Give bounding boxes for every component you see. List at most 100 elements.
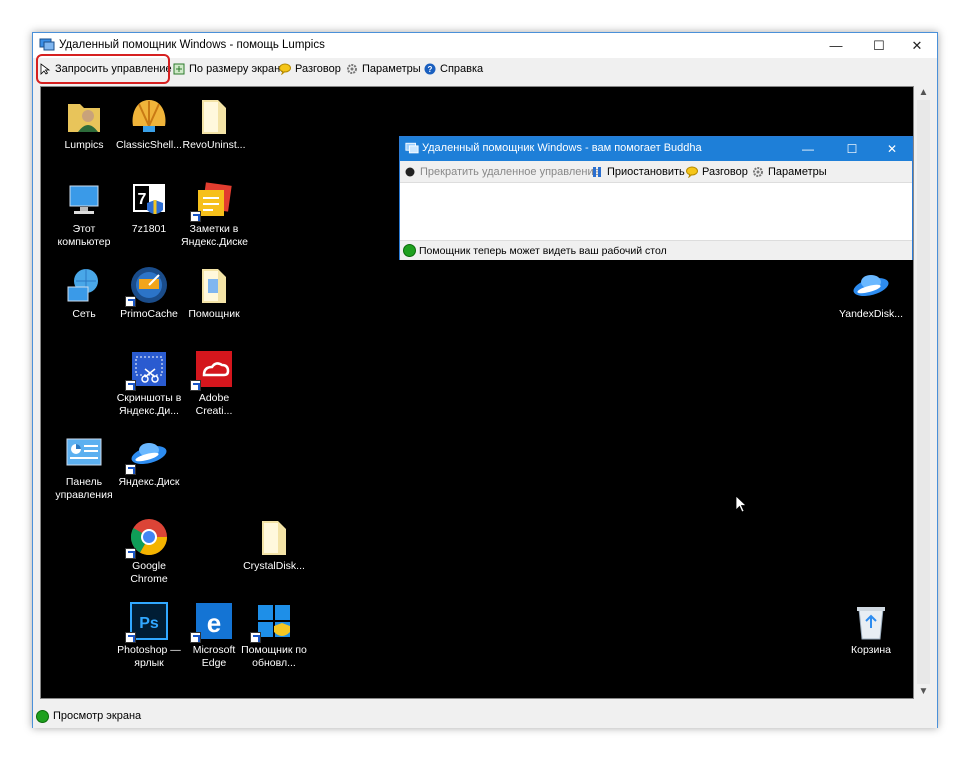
- desktop-icon-label: Сеть: [72, 308, 96, 320]
- 7zip-icon: 7: [133, 184, 165, 214]
- network-icon: [67, 269, 98, 302]
- folder-icon: [262, 521, 286, 555]
- svg-text:7: 7: [138, 191, 147, 208]
- inner-close-button[interactable]: ✕: [872, 137, 912, 161]
- shortcut-arrow-icon: [125, 632, 136, 643]
- inner-chat-label: Разговор: [702, 166, 748, 178]
- desktop-icon-classicshell[interactable]: ClassicShell...: [116, 96, 182, 152]
- user-folder-icon: [68, 104, 100, 132]
- desktop-icon-yandex-disk[interactable]: Яндекс.Диск: [116, 433, 182, 489]
- recycle-bin-icon: [857, 607, 885, 640]
- scroll-down-icon[interactable]: ▼: [915, 685, 932, 699]
- fit-screen-button[interactable]: По размеру экрана: [173, 61, 286, 77]
- chat-bubble-icon: [279, 63, 291, 75]
- shortcut-arrow-icon: [125, 380, 136, 391]
- desktop-icon-google-chrome[interactable]: Google Chrome: [116, 517, 182, 586]
- minimize-button[interactable]: —: [816, 33, 856, 58]
- scroll-up-icon[interactable]: ▲: [915, 86, 932, 100]
- svg-text:e: e: [207, 608, 221, 638]
- inner-status-text: Помощник теперь может видеть ваш рабочий…: [419, 245, 667, 257]
- desktop-icon-microsoft-edge[interactable]: e Microsoft Edge: [181, 601, 247, 670]
- shortcut-arrow-icon: [125, 548, 136, 559]
- desktop-icon-lumpics[interactable]: Lumpics: [51, 96, 117, 152]
- inner-settings-button[interactable]: Параметры: [752, 164, 827, 180]
- computer-icon: [69, 185, 99, 214]
- inner-settings-label: Параметры: [768, 166, 827, 178]
- desktop-icon-label: Яндекс.Диск: [118, 476, 180, 488]
- vertical-scrollbar[interactable]: ▲ ▼: [915, 86, 932, 699]
- svg-text:?: ?: [428, 65, 433, 74]
- desktop-icon-label: RevoUninst...: [182, 139, 246, 151]
- desktop-icon-label: PrimoCache: [120, 308, 178, 320]
- inner-minimize-button[interactable]: —: [788, 137, 828, 161]
- yandex-disk-icon: [853, 275, 889, 297]
- desktop-icon-revouninst[interactable]: RevoUninst...: [181, 96, 247, 152]
- desktop-icon-yandex-notes[interactable]: Заметки в Яндекс.Диске: [181, 180, 249, 249]
- desktop-icon-label: Этот компьютер: [57, 223, 111, 248]
- desktop-icon-label: Скриншоты в Яндекс.Ди...: [116, 392, 182, 417]
- fit-screen-label: По размеру экрана: [189, 63, 287, 75]
- scroll-track[interactable]: [917, 100, 930, 684]
- remote-desktop-view[interactable]: Lumpics ClassicShell... RevoUninst... Эт…: [40, 86, 914, 699]
- desktop-icon-label: Lumpics: [64, 139, 104, 151]
- desktop-icon-this-pc[interactable]: Этот компьютер: [51, 180, 117, 249]
- settings-button[interactable]: Параметры: [346, 61, 421, 77]
- folder-icon: [202, 269, 226, 303]
- maximize-button[interactable]: ☐: [859, 33, 899, 58]
- desktop-icon-label: Помощник по обновл...: [241, 644, 307, 669]
- desktop-icon-screenshots[interactable]: Скриншоты в Яндекс.Ди...: [116, 349, 182, 418]
- desktop-icon-label: CrystalDisk...: [243, 560, 305, 572]
- gear-icon: [347, 64, 357, 74]
- close-button[interactable]: ✕: [897, 33, 937, 58]
- status-green-icon: [36, 710, 49, 723]
- shortcut-arrow-icon: [250, 632, 261, 643]
- desktop-icon-yandexdisk-right[interactable]: YandexDisk...: [838, 265, 904, 321]
- desktop-icon-label: Photoshop — ярлык: [117, 644, 181, 669]
- inner-status-bar: Помощник теперь может видеть ваш рабочий…: [400, 240, 912, 260]
- help-button[interactable]: ? Справка: [424, 61, 483, 77]
- title-bar[interactable]: Удаленный помощник Windows - помощь Lump…: [33, 33, 937, 58]
- request-control-highlight: [36, 54, 170, 84]
- pause-label: Приостановить: [607, 166, 685, 178]
- desktop-icon-adobe-creative[interactable]: Adobe Creati...: [181, 349, 247, 418]
- inner-chat-button[interactable]: Разговор: [686, 164, 748, 180]
- remote-assistance-icon: [39, 38, 55, 51]
- desktop-icon-assistant-folder[interactable]: Помощник: [181, 265, 247, 321]
- desktop-icon-label: Microsoft Edge: [192, 644, 236, 669]
- desktop-icon-primocache[interactable]: PrimoCache: [116, 265, 182, 321]
- inner-remote-assistance-window: Удаленный помощник Windows - вам помогае…: [399, 136, 913, 260]
- chat-label: Разговор: [295, 63, 341, 75]
- desktop-icon-label: Корзина: [851, 644, 891, 656]
- status-text: Просмотр экрана: [53, 710, 142, 722]
- desktop-icon-crystaldisk[interactable]: CrystalDisk...: [241, 517, 307, 573]
- stop-control-button[interactable]: Прекратить удаленное управление: [404, 164, 600, 180]
- desktop-icon-photoshop[interactable]: Ps Photoshop — ярлык: [116, 601, 182, 670]
- desktop-icon-network[interactable]: Сеть: [51, 265, 117, 321]
- desktop-icon-control-panel[interactable]: Панель управления: [51, 433, 117, 502]
- shortcut-arrow-icon: [190, 211, 201, 222]
- inner-title-bar[interactable]: Удаленный помощник Windows - вам помогае…: [400, 137, 912, 161]
- chat-button[interactable]: Разговор: [279, 61, 341, 77]
- mouse-cursor-icon: [735, 495, 747, 513]
- desktop-icon-label: Заметки в Яндекс.Диске: [181, 223, 249, 248]
- desktop-icon-recycle-bin[interactable]: Корзина: [838, 601, 904, 657]
- inner-window-title: Удаленный помощник Windows - вам помогае…: [422, 142, 702, 154]
- desktop-icon-update-assistant[interactable]: Помощник по обновл...: [241, 601, 307, 670]
- inner-maximize-button[interactable]: ☐: [832, 137, 872, 161]
- desktop-icon-label: ClassicShell...: [116, 139, 182, 151]
- fit-screen-icon: [173, 63, 185, 75]
- desktop-icon-7z1801[interactable]: 7 7z1801: [116, 180, 182, 236]
- pause-button[interactable]: Приостановить: [591, 164, 685, 180]
- window-title: Удаленный помощник Windows - помощь Lump…: [59, 39, 325, 51]
- control-panel-icon: [66, 438, 102, 466]
- folder-icon: [202, 100, 226, 134]
- status-green-icon: [403, 244, 416, 257]
- desktop-icon-label: Adobe Creati...: [195, 392, 233, 417]
- desktop-icon-label: YandexDisk...: [839, 308, 903, 320]
- desktop-icon-label: Панель управления: [55, 476, 113, 501]
- shortcut-arrow-icon: [125, 464, 136, 475]
- desktop-icon-label: 7z1801: [131, 223, 167, 235]
- settings-label: Параметры: [362, 63, 421, 75]
- remote-assistance-window: Удаленный помощник Windows - помощь Lump…: [32, 32, 938, 728]
- stop-icon: [405, 167, 415, 177]
